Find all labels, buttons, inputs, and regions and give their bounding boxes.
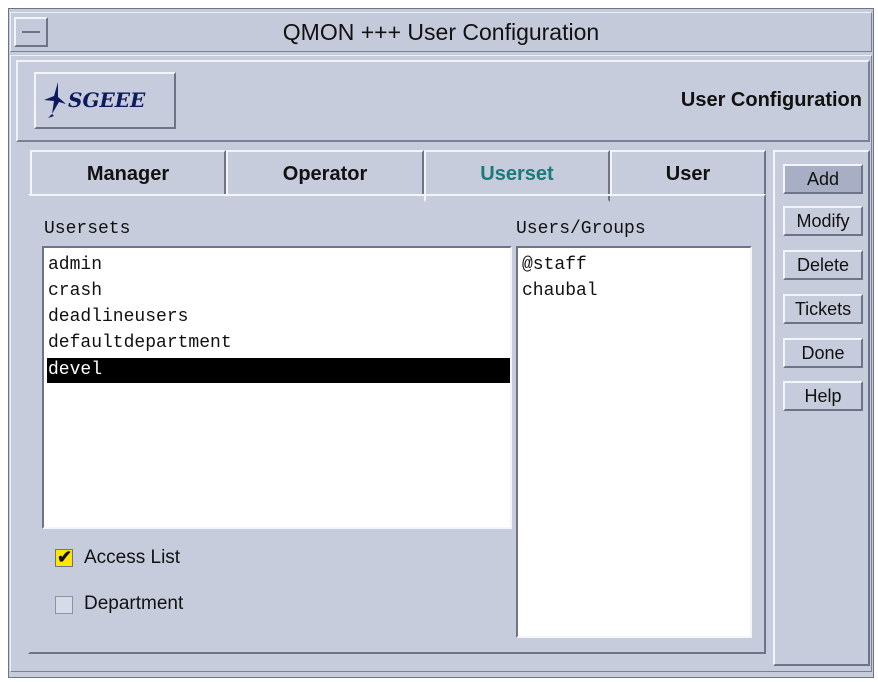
window-menu-icon [22, 31, 40, 33]
window-title: QMON +++ User Configuration [282, 19, 600, 45]
list-item[interactable]: deadlineusers [47, 305, 508, 330]
usersets-label: Usersets [44, 219, 131, 239]
checkmark-icon: ✔ [57, 547, 73, 567]
list-item[interactable]: chaubal [521, 279, 748, 304]
done-button[interactable]: Done [783, 338, 863, 368]
delete-button[interactable]: Delete [783, 250, 863, 280]
tab-operator[interactable]: Operator [226, 150, 424, 196]
tab-user[interactable]: User [610, 150, 766, 196]
access-list-label: Access List [84, 547, 181, 568]
tickets-button[interactable]: Tickets [783, 294, 863, 324]
modify-button[interactable]: Modify [783, 206, 863, 236]
qmon-window: QMON +++ User Configuration SGEEE User C… [0, 0, 878, 682]
usersets-list[interactable]: admin crash deadlineusers defaultdepartm… [42, 246, 512, 529]
window-menu-button[interactable] [14, 17, 48, 47]
list-item[interactable]: admin [47, 253, 508, 278]
add-button[interactable]: Add [783, 164, 863, 194]
header-title: User Configuration [680, 89, 862, 111]
users-groups-label: Users/Groups [516, 219, 646, 239]
department-label: Department [84, 593, 184, 614]
department-checkbox[interactable] [55, 596, 73, 614]
bird-logo-icon [44, 82, 66, 118]
list-item[interactable]: defaultdepartment [47, 331, 508, 356]
list-item[interactable]: @staff [521, 253, 748, 278]
help-button[interactable]: Help [783, 381, 863, 411]
tab-manager[interactable]: Manager [30, 150, 226, 196]
access-list-checkbox[interactable]: ✔ [55, 547, 73, 567]
list-item[interactable]: crash [47, 279, 508, 304]
list-item-selected[interactable]: devel [47, 358, 510, 383]
logo-text: SGEEE [68, 88, 146, 112]
users-groups-list[interactable]: @staff chaubal [516, 246, 752, 638]
